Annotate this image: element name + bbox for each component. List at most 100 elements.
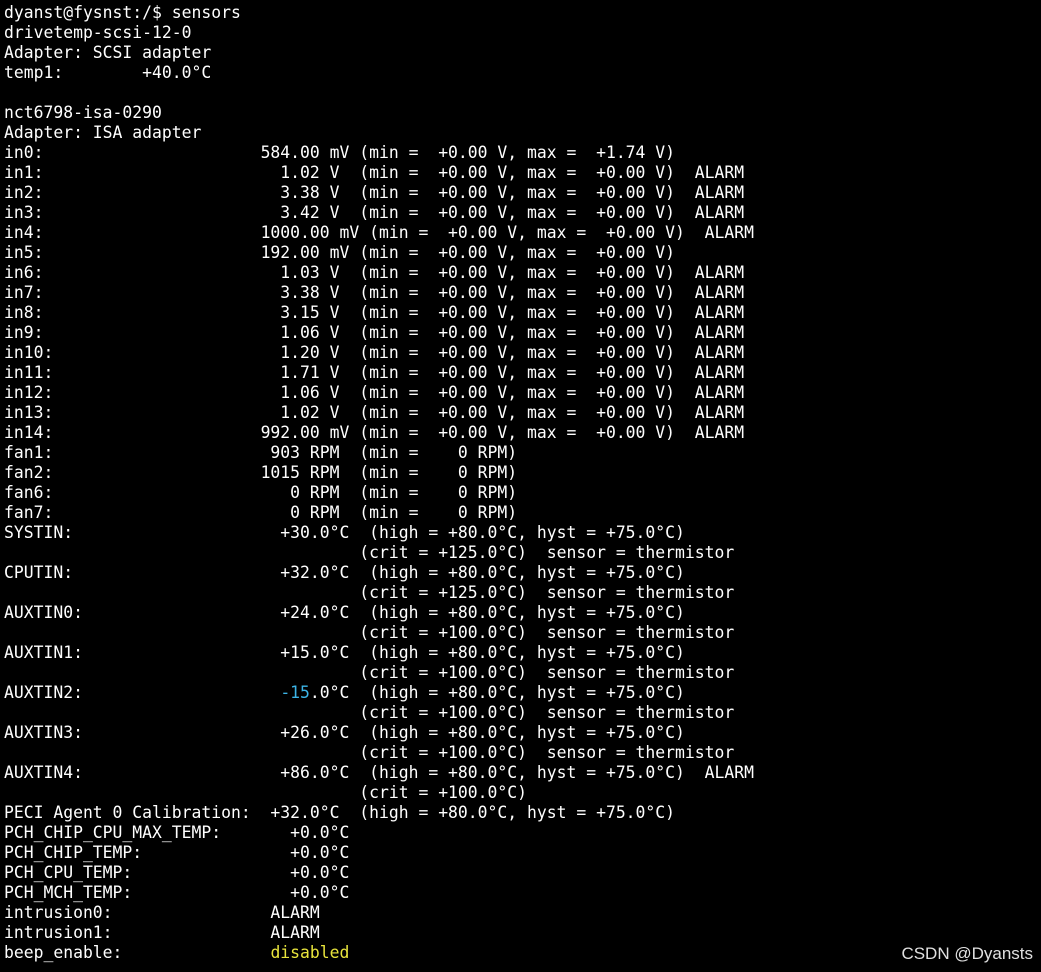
terminal-window[interactable]: dyanst@fysnst:/$ sensors drivetemp-scsi-1… xyxy=(0,0,1041,972)
terminal-line: PCH_MCH_TEMP: +0.0°C xyxy=(4,883,754,903)
terminal-text: CPUTIN: +32.0°C (high = +80.0°C, hyst = … xyxy=(4,563,685,582)
terminal-text: in14: 992.00 mV (min = +0.00 V, max = +0… xyxy=(4,423,745,442)
terminal-text: fan6: 0 RPM (min = 0 RPM) xyxy=(4,483,518,502)
terminal-line: in8: 3.15 V (min = +0.00 V, max = +0.00 … xyxy=(4,303,754,323)
terminal-text: (crit = +100.0°C) sensor = thermistor xyxy=(4,703,735,722)
terminal-line: PECI Agent 0 Calibration: +32.0°C (high … xyxy=(4,803,754,823)
terminal-text: in12: 1.06 V (min = +0.00 V, max = +0.00… xyxy=(4,383,745,402)
terminal-text: in6: 1.03 V (min = +0.00 V, max = +0.00 … xyxy=(4,263,745,282)
terminal-text: (crit = +125.0°C) sensor = thermistor xyxy=(4,583,735,602)
terminal-line: nct6798-isa-0290 xyxy=(4,103,754,123)
terminal-text: Adapter: SCSI adapter xyxy=(4,43,212,62)
terminal-text: AUXTIN0: +24.0°C (high = +80.0°C, hyst =… xyxy=(4,603,685,622)
terminal-line: in3: 3.42 V (min = +0.00 V, max = +0.00 … xyxy=(4,203,754,223)
terminal-text: beep_enable: xyxy=(4,943,271,962)
terminal-text: AUXTIN4: +86.0°C (high = +80.0°C, hyst =… xyxy=(4,763,754,782)
terminal-line: in12: 1.06 V (min = +0.00 V, max = +0.00… xyxy=(4,383,754,403)
terminal-line: (crit = +100.0°C) sensor = thermistor xyxy=(4,663,754,683)
terminal-line: Adapter: ISA adapter xyxy=(4,123,754,143)
terminal-line: temp1: +40.0°C xyxy=(4,63,754,83)
terminal-text: PCH_CPU_TEMP: +0.0°C xyxy=(4,863,350,882)
terminal-text: in11: 1.71 V (min = +0.00 V, max = +0.00… xyxy=(4,363,745,382)
terminal-text: in0: 584.00 mV (min = +0.00 V, max = +1.… xyxy=(4,143,676,162)
terminal-text: (crit = +100.0°C) sensor = thermistor xyxy=(4,663,735,682)
terminal-line: intrusion1: ALARM xyxy=(4,923,754,943)
terminal-line: (crit = +100.0°C) xyxy=(4,783,754,803)
terminal-line: AUXTIN3: +26.0°C (high = +80.0°C, hyst =… xyxy=(4,723,754,743)
terminal-line: intrusion0: ALARM xyxy=(4,903,754,923)
terminal-text: fan1: 903 RPM (min = 0 RPM) xyxy=(4,443,518,462)
terminal-line: in7: 3.38 V (min = +0.00 V, max = +0.00 … xyxy=(4,283,754,303)
terminal-text: PCH_CHIP_TEMP: +0.0°C xyxy=(4,843,350,862)
terminal-text: in2: 3.38 V (min = +0.00 V, max = +0.00 … xyxy=(4,183,745,202)
terminal-text: in9: 1.06 V (min = +0.00 V, max = +0.00 … xyxy=(4,323,745,342)
terminal-text: in5: 192.00 mV (min = +0.00 V, max = +0.… xyxy=(4,243,676,262)
terminal-line: (crit = +125.0°C) sensor = thermistor xyxy=(4,583,754,603)
terminal-text: (crit = +100.0°C) xyxy=(4,783,528,802)
terminal-line: in1: 1.02 V (min = +0.00 V, max = +0.00 … xyxy=(4,163,754,183)
terminal-line: PCH_CHIP_TEMP: +0.0°C xyxy=(4,843,754,863)
terminal-text: PECI Agent 0 Calibration: +32.0°C (high … xyxy=(4,803,676,822)
terminal-text: PCH_CHIP_CPU_MAX_TEMP: +0.0°C xyxy=(4,823,350,842)
terminal-line: AUXTIN0: +24.0°C (high = +80.0°C, hyst =… xyxy=(4,603,754,623)
terminal-text: in7: 3.38 V (min = +0.00 V, max = +0.00 … xyxy=(4,283,745,302)
terminal-line: in10: 1.20 V (min = +0.00 V, max = +0.00… xyxy=(4,343,754,363)
terminal-line: CPUTIN: +32.0°C (high = +80.0°C, hyst = … xyxy=(4,563,754,583)
terminal-line: in4: 1000.00 mV (min = +0.00 V, max = +0… xyxy=(4,223,754,243)
terminal-line: in13: 1.02 V (min = +0.00 V, max = +0.00… xyxy=(4,403,754,423)
terminal-line: (crit = +100.0°C) sensor = thermistor xyxy=(4,743,754,763)
terminal-line: drivetemp-scsi-12-0 xyxy=(4,23,754,43)
terminal-line: (crit = +100.0°C) sensor = thermistor xyxy=(4,703,754,723)
terminal-text: in4: 1000.00 mV (min = +0.00 V, max = +0… xyxy=(4,223,754,242)
terminal-text: (crit = +125.0°C) sensor = thermistor xyxy=(4,543,735,562)
terminal-output: dyanst@fysnst:/$ sensors drivetemp-scsi-1… xyxy=(4,3,754,963)
highlighted-value: -15 xyxy=(280,683,310,702)
terminal-text: nct6798-isa-0290 xyxy=(4,103,162,122)
terminal-line: AUXTIN1: +15.0°C (high = +80.0°C, hyst =… xyxy=(4,643,754,663)
terminal-text: .0°C (high = +80.0°C, hyst = +75.0°C) xyxy=(309,683,685,702)
terminal-line: dyanst@fysnst:/$ sensors xyxy=(4,3,754,23)
terminal-line: in9: 1.06 V (min = +0.00 V, max = +0.00 … xyxy=(4,323,754,343)
terminal-text: fan2: 1015 RPM (min = 0 RPM) xyxy=(4,463,518,482)
terminal-text: in3: 3.42 V (min = +0.00 V, max = +0.00 … xyxy=(4,203,745,222)
terminal-line: PCH_CHIP_CPU_MAX_TEMP: +0.0°C xyxy=(4,823,754,843)
terminal-line: in6: 1.03 V (min = +0.00 V, max = +0.00 … xyxy=(4,263,754,283)
terminal-line: (crit = +100.0°C) sensor = thermistor xyxy=(4,623,754,643)
terminal-text: in10: 1.20 V (min = +0.00 V, max = +0.00… xyxy=(4,343,745,362)
terminal-text: in13: 1.02 V (min = +0.00 V, max = +0.00… xyxy=(4,403,745,422)
terminal-line: in14: 992.00 mV (min = +0.00 V, max = +0… xyxy=(4,423,754,443)
watermark: CSDN @Dyansts xyxy=(901,944,1033,963)
terminal-line: AUXTIN4: +86.0°C (high = +80.0°C, hyst =… xyxy=(4,763,754,783)
terminal-line: beep_enable: disabled xyxy=(4,943,754,963)
terminal-line: (crit = +125.0°C) sensor = thermistor xyxy=(4,543,754,563)
terminal-line: fan1: 903 RPM (min = 0 RPM) xyxy=(4,443,754,463)
terminal-line: SYSTIN: +30.0°C (high = +80.0°C, hyst = … xyxy=(4,523,754,543)
terminal-text: dyanst@fysnst:/$ sensors xyxy=(4,3,241,22)
highlighted-value: disabled xyxy=(270,943,350,962)
terminal-text: drivetemp-scsi-12-0 xyxy=(4,23,192,42)
terminal-text: Adapter: ISA adapter xyxy=(4,123,202,142)
terminal-line: in5: 192.00 mV (min = +0.00 V, max = +0.… xyxy=(4,243,754,263)
terminal-line: fan7: 0 RPM (min = 0 RPM) xyxy=(4,503,754,523)
terminal-line: in0: 584.00 mV (min = +0.00 V, max = +1.… xyxy=(4,143,754,163)
terminal-line: in11: 1.71 V (min = +0.00 V, max = +0.00… xyxy=(4,363,754,383)
terminal-text: in1: 1.02 V (min = +0.00 V, max = +0.00 … xyxy=(4,163,745,182)
top-scroll-clip xyxy=(0,0,1041,3)
terminal-text: SYSTIN: +30.0°C (high = +80.0°C, hyst = … xyxy=(4,523,685,542)
terminal-text: in8: 3.15 V (min = +0.00 V, max = +0.00 … xyxy=(4,303,745,322)
terminal-text: AUXTIN3: +26.0°C (high = +80.0°C, hyst =… xyxy=(4,723,685,742)
terminal-line: Adapter: SCSI adapter xyxy=(4,43,754,63)
terminal-line: fan2: 1015 RPM (min = 0 RPM) xyxy=(4,463,754,483)
terminal-line: in2: 3.38 V (min = +0.00 V, max = +0.00 … xyxy=(4,183,754,203)
terminal-text: (crit = +100.0°C) sensor = thermistor xyxy=(4,743,735,762)
terminal-line: PCH_CPU_TEMP: +0.0°C xyxy=(4,863,754,883)
terminal-text: temp1: +40.0°C xyxy=(4,63,212,82)
terminal-line: AUXTIN2: -15.0°C (high = +80.0°C, hyst =… xyxy=(4,683,754,703)
terminal-text: AUXTIN2: xyxy=(4,683,281,702)
terminal-line: fan6: 0 RPM (min = 0 RPM) xyxy=(4,483,754,503)
terminal-text: AUXTIN1: +15.0°C (high = +80.0°C, hyst =… xyxy=(4,643,685,662)
terminal-text: intrusion1: ALARM xyxy=(4,923,320,942)
terminal-text: (crit = +100.0°C) sensor = thermistor xyxy=(4,623,735,642)
terminal-text: fan7: 0 RPM (min = 0 RPM) xyxy=(4,503,518,522)
terminal-text: PCH_MCH_TEMP: +0.0°C xyxy=(4,883,350,902)
